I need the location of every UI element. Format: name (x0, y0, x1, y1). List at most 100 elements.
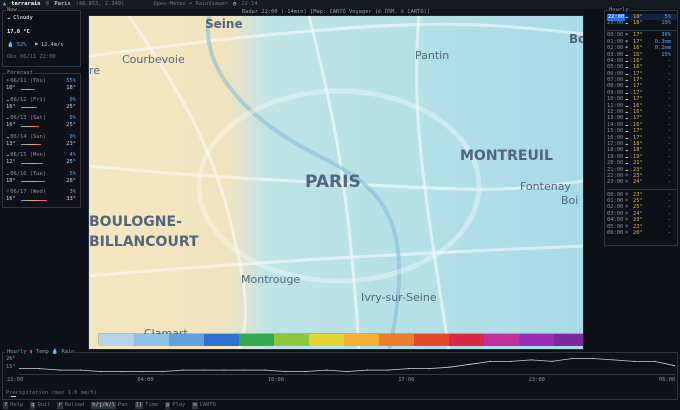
forecast-panel: Forecast ☂06/11 (Thu) 55% 10° 18° ☁06/12 (Fr… (2, 70, 81, 208)
temp-point (284, 370, 287, 373)
legend-swatch (414, 334, 449, 346)
forecast-row[interactable]: ☼06/17 (Wed) 3% 16° 33° (3, 189, 80, 208)
x-tick-label: 22:00 (7, 377, 24, 383)
forecast-row[interactable]: ☁06/16 (Tue) 5% 18° 28° (3, 171, 80, 190)
forecast-range-bar (21, 107, 37, 108)
location-coords: (48.853, 2.349) (75, 0, 125, 7)
forecast-pop: 0% (69, 133, 77, 140)
sun-icon: ☼ (625, 230, 629, 237)
temp-point (387, 369, 389, 371)
map-label-pantin: Pantin (415, 49, 450, 62)
cloud-icon: ☁ (7, 15, 11, 21)
legend-swatch (239, 334, 274, 346)
temp-point (79, 369, 82, 371)
footer-keys: ? Help q Quit r Reload h/j/k/l Pan [] Time p Play m C… (0, 401, 680, 410)
legend-swatch (204, 334, 239, 346)
key-badge: p (165, 401, 171, 410)
temp-point (653, 360, 656, 362)
temp-point (141, 370, 143, 373)
x-tick-label: 04:00 (137, 377, 154, 383)
temperature-chart (19, 357, 675, 373)
temp-point (202, 369, 205, 371)
forecast-low: 16° (6, 196, 16, 203)
temp-point (243, 369, 246, 371)
temp-point (120, 370, 123, 373)
map-label-boi: Boi (561, 194, 579, 207)
forecast-row[interactable]: ☂06/11 (Thu) 55% 10° 18° (3, 78, 80, 97)
forecast-high: 18° (66, 85, 76, 92)
now-condition: Cloudy (13, 15, 33, 21)
key-badge: q (30, 401, 36, 410)
map-label-fontenay: Fontenay (520, 180, 571, 193)
hourly-row[interactable]: 23:00 ☼ 24° - (607, 179, 677, 186)
legend-swatch (99, 334, 134, 346)
temp-point (592, 357, 594, 360)
forecast-high: 25° (66, 159, 76, 166)
temp-point (325, 369, 328, 371)
radar-legend (98, 333, 583, 346)
hourly-temp: 24° (633, 179, 643, 186)
hourly-time: 23:00 (607, 19, 624, 26)
footer-key-pan[interactable]: h/j/k/l Pan (91, 401, 128, 410)
temp-point (264, 369, 266, 371)
now-wind: 12.4m/s (40, 41, 64, 48)
now-humidity: 52% (16, 41, 27, 48)
map-label-re: re (89, 64, 101, 77)
legend-swatch (169, 334, 204, 346)
cloud-icon: ☁ (6, 115, 10, 121)
key-label: Play (172, 401, 186, 408)
temp-point (346, 370, 348, 373)
key-badge: ? (3, 401, 9, 410)
cloud-icon: ☁ (6, 96, 10, 103)
temp-point (448, 366, 451, 368)
forecast-pop: 55% (66, 78, 76, 84)
temp-point (633, 360, 635, 362)
x-tick-label: 06:00 (659, 377, 676, 383)
forecast-high: 25° (66, 122, 76, 129)
hourly-time: 06:00 (607, 230, 624, 237)
legend-swatch (309, 334, 344, 346)
legend-swatch (449, 334, 484, 346)
hourly-title: Hourly (608, 7, 630, 15)
temp-point (489, 360, 492, 362)
temp-point (161, 370, 164, 373)
key-badge: [] (134, 401, 144, 410)
footer-key-help[interactable]: ? Help (3, 401, 23, 410)
legend-swatch (484, 334, 519, 346)
forecast-row[interactable]: ☁06/14 (Sun) 0% 13° 23° (3, 134, 80, 153)
forecast-date: 06/17 (Wed) (10, 189, 46, 195)
temp-point (571, 357, 574, 360)
forecast-title: Forecast (6, 70, 34, 78)
temp-point (38, 368, 41, 370)
footer-key-quit[interactable]: q Quit (30, 401, 50, 410)
forecast-pop: 0% (69, 96, 77, 103)
forecast-row[interactable]: ☁06/13 (Sat) 0% 16° 25° (3, 115, 80, 134)
title-bar: ▲ terrarain ⚲ Paris (48.853, 2.349) Open… (0, 0, 680, 9)
x-tick-label: 23:00 (528, 377, 545, 383)
temp-point (428, 368, 430, 370)
forecast-row[interactable]: ☁06/12 (Fri) 0% 16° 25° (3, 97, 80, 116)
temp-point (612, 359, 615, 361)
chart-ymax: 26° (6, 356, 16, 362)
hourly-row[interactable]: 06:00 ☼ 20° - (607, 230, 677, 237)
footer-key-reload[interactable]: r Reload (57, 401, 84, 410)
forecast-date: 06/14 (Sun) (10, 133, 46, 140)
forecast-row[interactable]: ☁06/15 (Mon) 4% 12° 25° (3, 152, 80, 171)
legend-swatch (519, 334, 554, 346)
footer-key-carto[interactable]: m CARTO (192, 401, 216, 410)
forecast-range-bar (21, 144, 41, 145)
radar-map[interactable]: Seine Courbevoie Pantin Bo re PARIS MONTREUIL F… (88, 15, 584, 350)
map-label-billancourt: BILLANCOURT (89, 234, 199, 250)
temp-point (59, 369, 61, 371)
key-badge: r (57, 401, 63, 410)
temp-point (100, 370, 102, 373)
forecast-date: 06/11 (Thu) (10, 78, 46, 84)
hourly-row[interactable]: 23:00 ☁ 18° 10% (607, 20, 677, 26)
now-panel: Now ☁ Cloudy 17.8 °C 💧 52% ⚑ 12.4m/s Obs … (2, 7, 81, 67)
legend-swatch (554, 334, 583, 346)
footer-key-time[interactable]: [] Time (134, 401, 158, 410)
footer-key-play[interactable]: p Play (165, 401, 186, 410)
temp-point (223, 369, 225, 371)
map-label-bo: Bo (569, 32, 583, 46)
forecast-low: 10° (6, 85, 16, 92)
